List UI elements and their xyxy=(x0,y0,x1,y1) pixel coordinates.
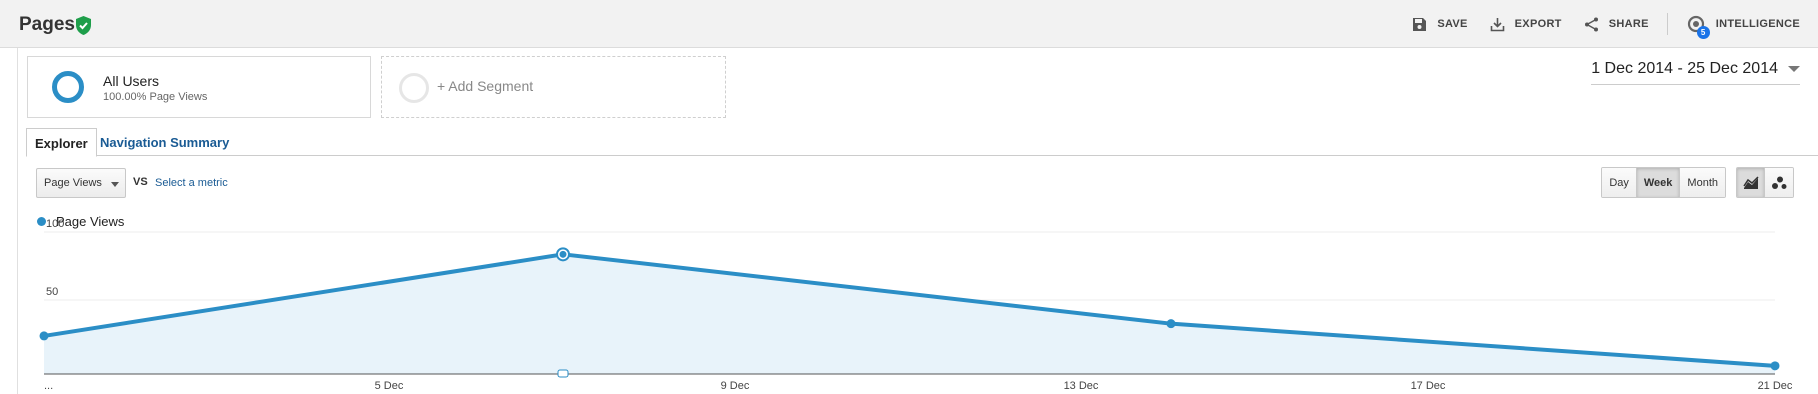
series-area xyxy=(44,254,1775,374)
save-label: SAVE xyxy=(1437,18,1468,30)
annotation-marker-icon xyxy=(557,369,569,378)
save-button[interactable]: SAVE xyxy=(1412,17,1467,32)
y-tick-label: 50 xyxy=(46,286,58,298)
intelligence-label: INTELLIGENCE xyxy=(1715,18,1800,30)
header-actions: SAVE EXPORT SHARE 5 INTELLIGENCE xyxy=(1390,0,1800,48)
intelligence-button[interactable]: 5 INTELLIGENCE xyxy=(1686,14,1800,39)
export-icon xyxy=(1490,17,1504,31)
data-point xyxy=(1166,319,1176,329)
export-button[interactable]: EXPORT xyxy=(1490,17,1562,32)
data-point xyxy=(39,331,49,341)
x-tick-label: 17 Dec xyxy=(1411,380,1446,392)
data-point xyxy=(1770,361,1780,371)
verified-shield-icon xyxy=(76,16,91,35)
export-label: EXPORT xyxy=(1514,18,1562,30)
header-divider xyxy=(1666,13,1668,35)
x-tick-label: ... xyxy=(44,380,53,392)
notification-badge: 5 xyxy=(1696,26,1710,39)
x-tick-label: 13 Dec xyxy=(1064,380,1099,392)
data-point xyxy=(559,250,567,258)
share-icon xyxy=(1584,17,1598,31)
share-label: SHARE xyxy=(1608,18,1649,30)
y-tick-label: 100 xyxy=(46,218,64,230)
page-views-chart: 100 50... 5 Dec 9 Dec 13 Dec 17 Dec 21 Dec xyxy=(39,218,1793,392)
x-tick-label: 21 Dec xyxy=(1758,380,1793,392)
x-tick-label: 5 Dec xyxy=(375,380,404,392)
page-title: Pages xyxy=(19,14,75,35)
report-content: All Users 100.00% Page Views + Add Segme… xyxy=(17,48,1818,394)
save-icon xyxy=(1413,17,1427,31)
x-tick-label: 9 Dec xyxy=(721,380,750,392)
share-button[interactable]: SHARE xyxy=(1584,17,1649,32)
report-header: Pages SAVE EXPORT SHARE 5 INTELLIGENCE xyxy=(0,0,1818,48)
